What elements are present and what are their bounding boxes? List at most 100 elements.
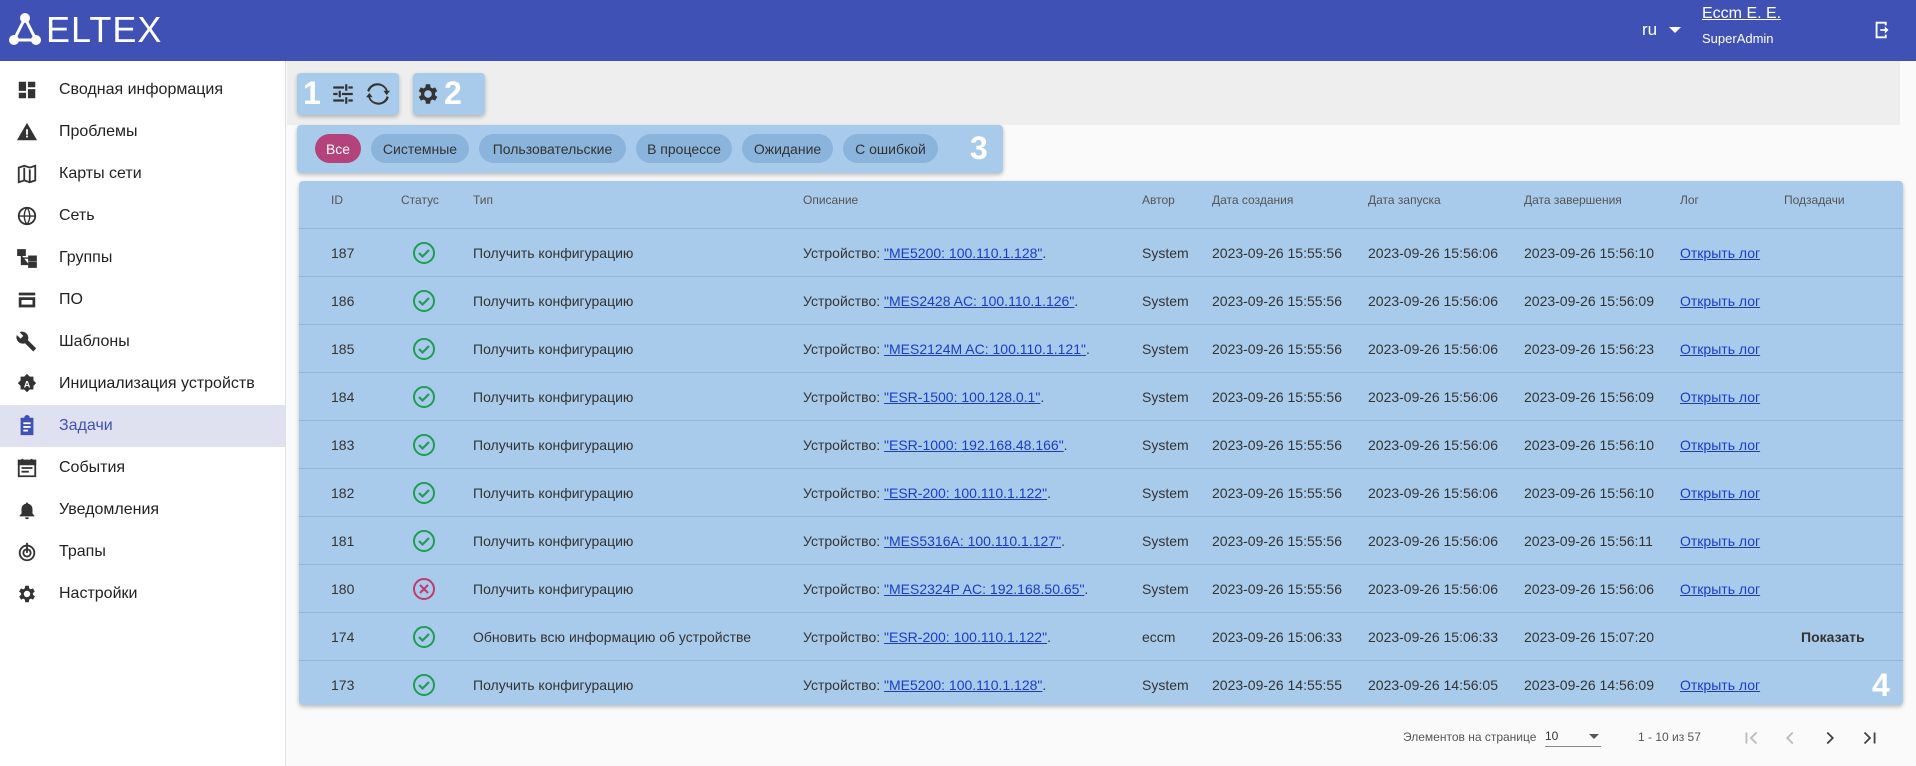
task-started: 2023-09-26 15:56:06 xyxy=(1368,437,1498,453)
filter-chip-in-progress[interactable]: В процессе xyxy=(636,134,732,163)
filter-chip-system[interactable]: Системные xyxy=(371,134,469,163)
open-log-link[interactable]: Открыть лог xyxy=(1680,437,1760,453)
task-author: System xyxy=(1142,389,1189,405)
language-select[interactable]: ru xyxy=(1642,20,1682,40)
table-row: 184 Получить конфигурацию Устройство: "ESR… xyxy=(299,372,1903,420)
previous-page-icon[interactable] xyxy=(1779,727,1801,749)
filter-settings-icon[interactable] xyxy=(330,81,356,107)
open-log-link[interactable]: Открыть лог xyxy=(1680,389,1760,405)
filter-chip-user[interactable]: Пользовательские xyxy=(479,134,626,163)
column-header-subtasks[interactable]: Подзадачи xyxy=(1784,193,1845,207)
sidebar-item-templates[interactable]: Шаблоны xyxy=(0,321,286,363)
eltex-logo[interactable]: ELTEX xyxy=(8,10,162,50)
filter-chip-error[interactable]: С ошибкой xyxy=(843,134,938,163)
calendar-icon xyxy=(17,458,37,478)
next-page-icon[interactable] xyxy=(1819,727,1841,749)
column-header-type[interactable]: Тип xyxy=(473,193,493,207)
last-page-icon[interactable] xyxy=(1859,727,1881,749)
device-link[interactable]: "ESR-200: 100.110.1.122" xyxy=(884,629,1047,645)
column-header-created[interactable]: Дата создания xyxy=(1212,193,1293,207)
gear-icon xyxy=(19,585,35,603)
sidebar-item-software[interactable]: ПО xyxy=(0,279,286,321)
open-log-link-text[interactable]: Открыть лог xyxy=(1680,581,1760,597)
device-link[interactable]: "MES5316A: 100.110.1.127" xyxy=(884,533,1061,549)
open-log-link[interactable]: Открыть лог xyxy=(1680,341,1760,357)
device-link[interactable]: "ME5200: 100.110.1.128" xyxy=(884,245,1042,261)
column-header-status[interactable]: Статус xyxy=(401,193,439,207)
device-link[interactable]: "ESR-1500: 100.128.0.1" xyxy=(884,389,1040,405)
svg-text:A: A xyxy=(24,380,31,390)
rows-per-page-label: Элементов на странице xyxy=(1403,730,1537,744)
device-link[interactable]: "MES2324P AC: 192.168.50.65" xyxy=(884,581,1084,597)
open-log-link[interactable]: Открыть лог xyxy=(1680,293,1760,309)
task-author: System xyxy=(1142,485,1189,501)
task-finished: 2023-09-26 15:56:09 xyxy=(1524,389,1654,405)
sidebar-item-notifications[interactable]: Уведомления xyxy=(0,489,286,531)
first-page-icon[interactable] xyxy=(1740,727,1762,749)
device-link[interactable]: "ESR-200: 100.110.1.122" xyxy=(884,485,1047,501)
rows-per-page-select[interactable]: 10 xyxy=(1545,725,1601,747)
task-finished: 2023-09-26 15:07:20 xyxy=(1524,629,1654,645)
column-header-id[interactable]: ID xyxy=(331,193,343,207)
task-type: Получить конфигурацию xyxy=(473,485,634,501)
device-link[interactable]: "MES2124M AC: 100.110.1.121" xyxy=(884,341,1086,357)
sidebar-item-events[interactable]: События xyxy=(0,447,286,489)
show-subtasks-button[interactable]: Показать xyxy=(1801,629,1865,645)
auto-icon: A xyxy=(17,373,37,393)
sidebar-item-problems[interactable]: Проблемы xyxy=(0,111,286,153)
open-log-link[interactable]: Открыть лог xyxy=(1680,485,1760,501)
task-finished: 2023-09-26 14:56:09 xyxy=(1524,677,1654,693)
open-log-link-text[interactable]: Открыть лог xyxy=(1680,245,1760,261)
device-link[interactable]: "ESR-1000: 192.168.48.166" xyxy=(884,437,1064,453)
filter-chip-waiting[interactable]: Ожидание xyxy=(742,134,833,163)
column-header-description[interactable]: Описание xyxy=(803,193,858,207)
sidebar-item-settings[interactable]: Настройки xyxy=(0,573,286,615)
sidebar-item-groups[interactable]: Группы xyxy=(0,237,286,279)
open-log-link[interactable]: Открыть лог xyxy=(1680,581,1760,597)
sidebar-item-network[interactable]: Сеть xyxy=(0,195,286,237)
refresh-icon[interactable] xyxy=(365,81,391,107)
column-header-log[interactable]: Лог xyxy=(1680,193,1699,207)
sidebar-item-traps[interactable]: Трапы xyxy=(0,531,286,573)
column-header-author[interactable]: Автор xyxy=(1142,193,1175,207)
open-log-link-text[interactable]: Открыть лог xyxy=(1680,341,1760,357)
warning-icon xyxy=(16,122,38,141)
open-log-link[interactable]: Открыть лог xyxy=(1680,245,1760,261)
open-log-link-text[interactable]: Открыть лог xyxy=(1680,677,1760,693)
open-log-link-text[interactable]: Открыть лог xyxy=(1680,485,1760,501)
open-log-link[interactable]: Открыть лог xyxy=(1680,677,1760,693)
open-log-link-text[interactable]: Открыть лог xyxy=(1680,533,1760,549)
task-started: 2023-09-26 15:56:06 xyxy=(1368,389,1498,405)
task-created: 2023-09-26 15:55:56 xyxy=(1212,485,1342,501)
device-link[interactable]: "ME5200: 100.110.1.128" xyxy=(884,677,1042,693)
device-link[interactable]: "MES2428 AC: 100.110.1.126" xyxy=(884,293,1074,309)
gear-icon[interactable] xyxy=(415,81,441,107)
user-menu[interactable]: Eccm E. E. SuperAdmin xyxy=(1702,5,1781,46)
sidebar-item-label: Настройки xyxy=(59,585,138,602)
filter-chip-all[interactable]: Все xyxy=(315,134,361,163)
sidebar-item-tasks[interactable]: Задачи xyxy=(0,405,286,447)
open-log-link[interactable]: Открыть лог xyxy=(1680,533,1760,549)
table-row: 187 Получить конфигурацию Устройство: "ME5… xyxy=(299,228,1903,276)
logout-icon[interactable] xyxy=(1872,19,1894,41)
success-status-icon xyxy=(413,242,435,264)
sidebar-item-label: Трапы xyxy=(59,543,106,560)
open-log-link-text[interactable]: Открыть лог xyxy=(1680,437,1760,453)
wrench-icon xyxy=(16,331,37,352)
task-id: 173 xyxy=(331,677,355,693)
open-log-link-text[interactable]: Открыть лог xyxy=(1680,293,1760,309)
open-log-link-text[interactable]: Открыть лог xyxy=(1680,389,1760,405)
user-name[interactable]: Eccm E. E. xyxy=(1702,5,1781,23)
sidebar-item-device-init[interactable]: A Инициализация устройств xyxy=(0,363,286,405)
sidebar-item-label: Карты сети xyxy=(59,165,142,182)
column-header-finished[interactable]: Дата завершения xyxy=(1524,193,1622,207)
sidebar-item-network-maps[interactable]: Карты сети xyxy=(0,153,286,195)
annotation-number-2: 2 xyxy=(444,75,462,111)
sidebar-item-summary[interactable]: Сводная информация xyxy=(0,69,286,111)
task-created: 2023-09-26 15:55:56 xyxy=(1212,389,1342,405)
task-id: 174 xyxy=(331,629,355,645)
description-prefix: Устройство: xyxy=(803,629,885,645)
column-header-started[interactable]: Дата запуска xyxy=(1368,193,1441,207)
task-created: 2023-09-26 15:55:56 xyxy=(1212,341,1342,357)
sidebar-item-label: Уведомления xyxy=(59,501,160,518)
